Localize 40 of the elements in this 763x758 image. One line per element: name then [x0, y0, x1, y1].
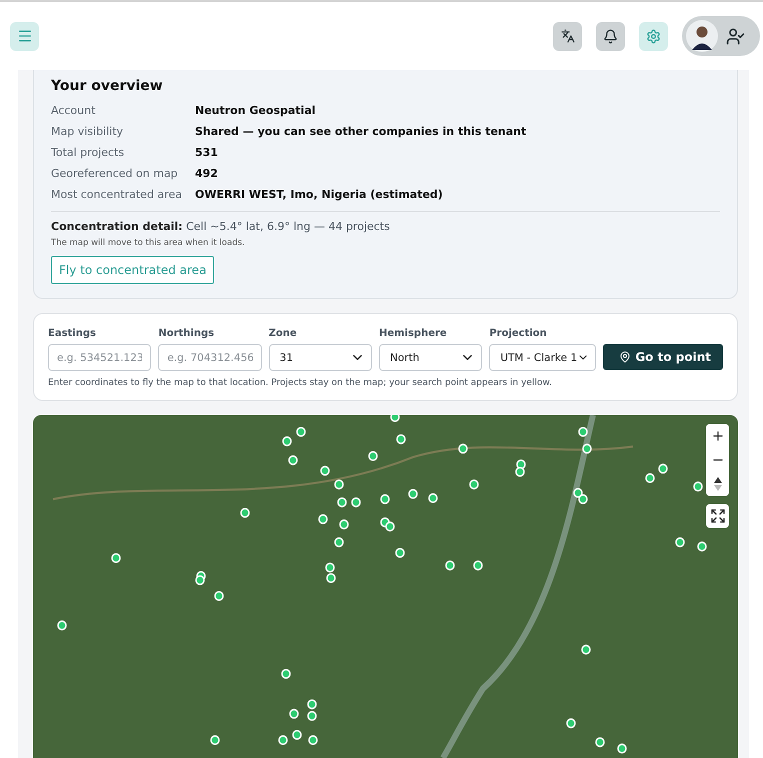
overview-value: Neutron Geospatial: [195, 104, 317, 117]
field-label: Projection: [489, 328, 548, 339]
user-menu-button[interactable]: [682, 16, 760, 56]
field-label: Eastings: [48, 328, 97, 339]
search-hint: Enter coordinates to fly the map to that location. Projects stay on the map; your search point appears in yellow.: [48, 378, 553, 388]
translate-icon: [560, 29, 574, 43]
overview-value: 531: [195, 146, 219, 159]
map-pin-icon: [619, 351, 632, 363]
overview-value: Shared — you can see other companies in this tenant: [195, 125, 528, 138]
menu-icon: [16, 28, 32, 44]
field-label: Hemisphere: [378, 328, 448, 339]
menu-button[interactable]: [10, 22, 39, 50]
dropdown-select[interactable]: North: [378, 344, 482, 371]
settings-button[interactable]: [639, 22, 668, 50]
dropdown-select[interactable]: 31: [268, 344, 372, 371]
concentration-detail: Concentration detail: Cell ~5.4° lat, 6.9° lng — 44 projects: [51, 220, 391, 233]
coordinate-input[interactable]: e.g. 534521.123: [48, 344, 152, 371]
avatar-icon: [686, 20, 718, 52]
fullscreen-icon: [710, 508, 726, 524]
bell-icon: [603, 28, 618, 44]
plus-icon: [710, 429, 724, 443]
overview-label: Georeferenced on map: [51, 167, 179, 180]
overview-title: Your overview: [51, 78, 164, 94]
overview-label: Map visibility: [51, 125, 124, 138]
map-note: The map will move to this area when it loads.: [51, 238, 246, 248]
compass-icon: [712, 476, 722, 492]
fullscreen-button[interactable]: [706, 504, 729, 528]
go-to-point-button[interactable]: Go to point: [603, 344, 723, 370]
translate-button[interactable]: [553, 22, 582, 50]
overview-label: Total projects: [51, 146, 126, 159]
dropdown-select[interactable]: UTM - Clarke 1: [489, 344, 596, 371]
notifications-button[interactable]: [596, 22, 625, 50]
user-check-icon: [726, 26, 745, 46]
field-label: Northings: [158, 328, 216, 339]
field-label: Zone: [268, 328, 298, 339]
settings-icon: [646, 28, 661, 44]
overview-value: 492: [195, 167, 219, 180]
overview-label: Most concentrated area: [51, 188, 183, 201]
overview-value: OWERRI WEST, Imo, Nigeria (estimated): [195, 188, 444, 201]
overview-label: Account: [51, 104, 96, 117]
